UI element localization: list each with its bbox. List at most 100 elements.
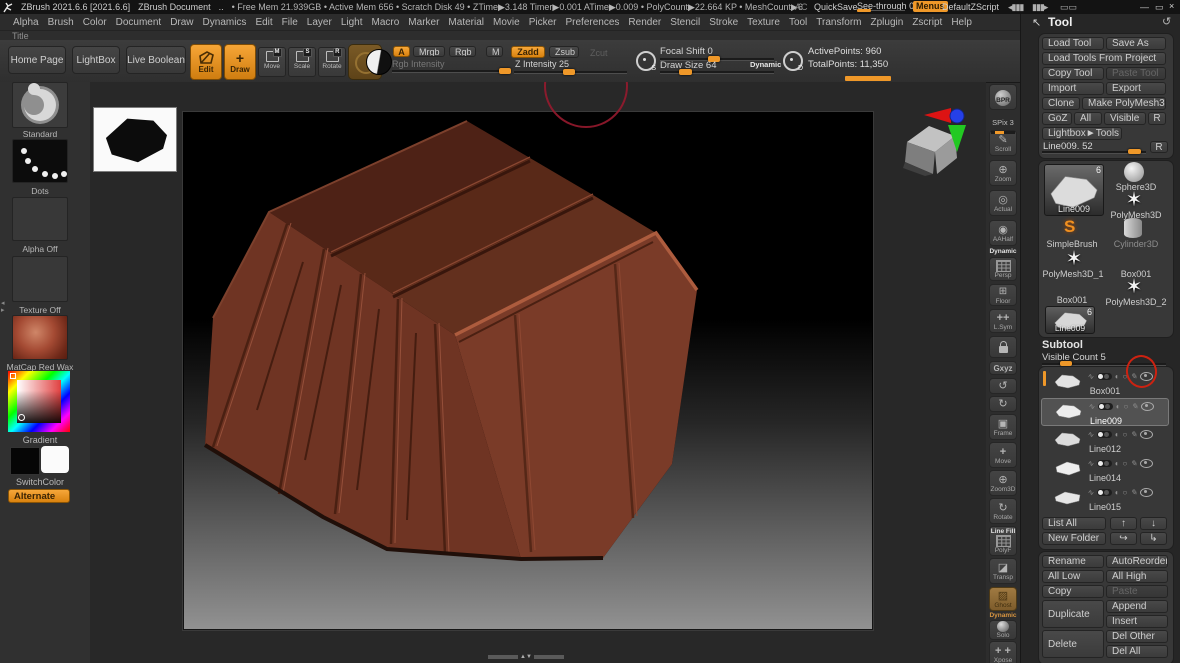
eye-icon[interactable]: [1140, 488, 1153, 497]
rename-button[interactable]: Rename: [1042, 555, 1104, 568]
divider-right-icon[interactable]: ▮▮▮▸: [1032, 2, 1047, 13]
menu-document[interactable]: Document: [116, 17, 162, 28]
menu-help[interactable]: Help: [951, 17, 972, 28]
halfsphere-icon[interactable]: ◐: [1115, 488, 1120, 497]
load-tool-button[interactable]: Load Tool: [1042, 37, 1104, 50]
dynamic-mode-label[interactable]: Dynamic: [750, 60, 781, 69]
m-button[interactable]: M: [486, 46, 503, 57]
flick-icon[interactable]: ∿: [1087, 430, 1094, 439]
circle-icon[interactable]: ○: [1123, 488, 1128, 497]
bpr-button[interactable]: BPR: [989, 84, 1017, 110]
eye-icon[interactable]: [1140, 430, 1153, 439]
folder-in-button[interactable]: ↳: [1140, 532, 1167, 545]
save-as-button[interactable]: Save As: [1106, 37, 1166, 50]
stroke-curve-icon[interactable]: S: [636, 51, 656, 71]
menu-transform[interactable]: Transform: [816, 17, 861, 28]
circle-icon[interactable]: ○: [1123, 430, 1128, 439]
visibility-pill-toggle[interactable]: [1098, 403, 1113, 410]
circle-icon[interactable]: ○: [1124, 402, 1129, 411]
palette-pointer-icon[interactable]: ↖: [1032, 16, 1041, 29]
move3d-button[interactable]: +Move: [989, 442, 1017, 468]
tool-item-cylinder3d[interactable]: [1124, 218, 1142, 238]
insert-button[interactable]: Insert: [1106, 615, 1168, 628]
brush-icon[interactable]: ✎: [1130, 488, 1137, 497]
z-intensity-handle[interactable]: [563, 69, 575, 75]
panel-copy-icon[interactable]: ▭▭: [1060, 2, 1077, 13]
tool-item-polymesh3d[interactable]: ✶: [1122, 189, 1146, 211]
tool-item-box001[interactable]: Box001: [1040, 295, 1104, 305]
menu-picker[interactable]: Picker: [529, 17, 557, 28]
append-button[interactable]: Append: [1106, 600, 1168, 613]
halfsphere-icon[interactable]: ◐: [1116, 402, 1121, 411]
tool-item-line009[interactable]: 6 Line009: [1045, 306, 1095, 334]
goz-button[interactable]: GoZ: [1042, 112, 1072, 125]
divider-left-icon[interactable]: ◂▮▮▮: [1008, 2, 1023, 13]
load-tools-from-project-button[interactable]: Load Tools From Project: [1042, 52, 1166, 65]
menu-zplugin[interactable]: Zplugin: [871, 17, 904, 28]
xpose-button[interactable]: + +Xpose: [989, 641, 1017, 663]
subtool-down-button[interactable]: ↓: [1140, 517, 1167, 530]
see-through-handle[interactable]: [857, 9, 871, 12]
subtool-row-line014[interactable]: ∿◐○✎ Line014: [1041, 456, 1169, 484]
zsub-button[interactable]: Zsub: [549, 46, 579, 58]
list-all-button[interactable]: List All: [1042, 517, 1106, 530]
visible-count-slider-label[interactable]: Visible Count 5: [1042, 352, 1106, 363]
polyframe-button[interactable]: Line Fill PolyF: [989, 526, 1017, 556]
persp-button[interactable]: Persp: [989, 257, 1017, 281]
tool-panel-title[interactable]: Tool: [1048, 15, 1072, 29]
tool-item-polymesh3d-1[interactable]: ✶: [1062, 248, 1086, 270]
menu-stencil[interactable]: Stencil: [670, 17, 700, 28]
menu-file[interactable]: File: [282, 17, 298, 28]
flick-icon[interactable]: ∿: [1087, 372, 1094, 381]
draw-size-track[interactable]: [660, 71, 774, 74]
visibility-pill-toggle[interactable]: [1097, 489, 1112, 496]
transparency-button[interactable]: ◪Transp: [989, 558, 1017, 584]
focal-shift-slider-label[interactable]: Focal Shift 0: [660, 46, 713, 57]
brush-icon[interactable]: ✎: [1131, 402, 1138, 411]
brush-icon[interactable]: ✎: [1130, 459, 1137, 468]
rgb-intensity-handle[interactable]: [499, 68, 511, 74]
aahalf-button[interactable]: ◉AAHalf: [989, 220, 1017, 246]
menu-zscript[interactable]: Zscript: [912, 17, 942, 28]
rgb-button[interactable]: Rgb: [449, 46, 476, 57]
eye-icon[interactable]: [1140, 459, 1153, 468]
subtool-panel-title[interactable]: Subtool: [1042, 339, 1083, 351]
subtool-row-line015[interactable]: ∿◐○✎ Line015: [1041, 485, 1169, 513]
bottom-tray-handle[interactable]: ▲▼: [488, 652, 566, 661]
spin-right-button[interactable]: ↻: [989, 396, 1017, 412]
z-axis-sphere[interactable]: [950, 109, 964, 123]
frame-button[interactable]: ▣Frame: [989, 414, 1017, 440]
sv-selector-marker[interactable]: [18, 414, 25, 421]
gxyz-button[interactable]: Gxyz: [989, 361, 1017, 375]
current-stroke-thumbnail[interactable]: [12, 139, 68, 183]
rgb-intensity-track[interactable]: [392, 70, 511, 73]
copy-tool-button[interactable]: Copy Tool: [1042, 67, 1104, 80]
menu-render[interactable]: Render: [628, 17, 661, 28]
tool-slider-r-button[interactable]: R: [1150, 141, 1168, 153]
all-high-button[interactable]: All High: [1106, 570, 1168, 583]
paste-tool-button[interactable]: Paste Tool: [1106, 67, 1166, 80]
menu-macro[interactable]: Macro: [372, 17, 400, 28]
current-texture-thumbnail[interactable]: [12, 256, 68, 302]
zadd-button[interactable]: Zadd: [511, 46, 545, 58]
draw-button[interactable]: + Draw: [224, 44, 256, 80]
eye-icon[interactable]: [1141, 402, 1154, 411]
alternate-button[interactable]: Alternate: [8, 489, 70, 503]
hue-selector-marker[interactable]: [10, 373, 16, 379]
solo-button[interactable]: Solo: [989, 620, 1017, 640]
goz-r-button[interactable]: R: [1148, 112, 1166, 125]
zcut-button[interactable]: Zcut: [590, 48, 608, 58]
rotate3d-button[interactable]: ↻Rotate: [989, 498, 1017, 524]
flick-icon[interactable]: ∿: [1087, 459, 1094, 468]
del-all-button[interactable]: Del All: [1106, 645, 1168, 658]
menu-material[interactable]: Material: [448, 17, 484, 28]
brush-icon[interactable]: ✎: [1130, 430, 1137, 439]
tool-label[interactable]: PolyMesh3D_1: [1036, 269, 1110, 279]
make-polymesh3d-button[interactable]: Make PolyMesh3D: [1082, 97, 1166, 110]
y-axis-cone[interactable]: [948, 125, 966, 152]
export-button[interactable]: Export: [1106, 82, 1166, 95]
tool-item-simplebrush[interactable]: S: [1064, 217, 1075, 237]
quicksave-button[interactable]: QuickSave: [814, 2, 858, 12]
delete-button[interactable]: Delete: [1042, 630, 1104, 658]
visibility-pill-toggle[interactable]: [1097, 460, 1112, 467]
